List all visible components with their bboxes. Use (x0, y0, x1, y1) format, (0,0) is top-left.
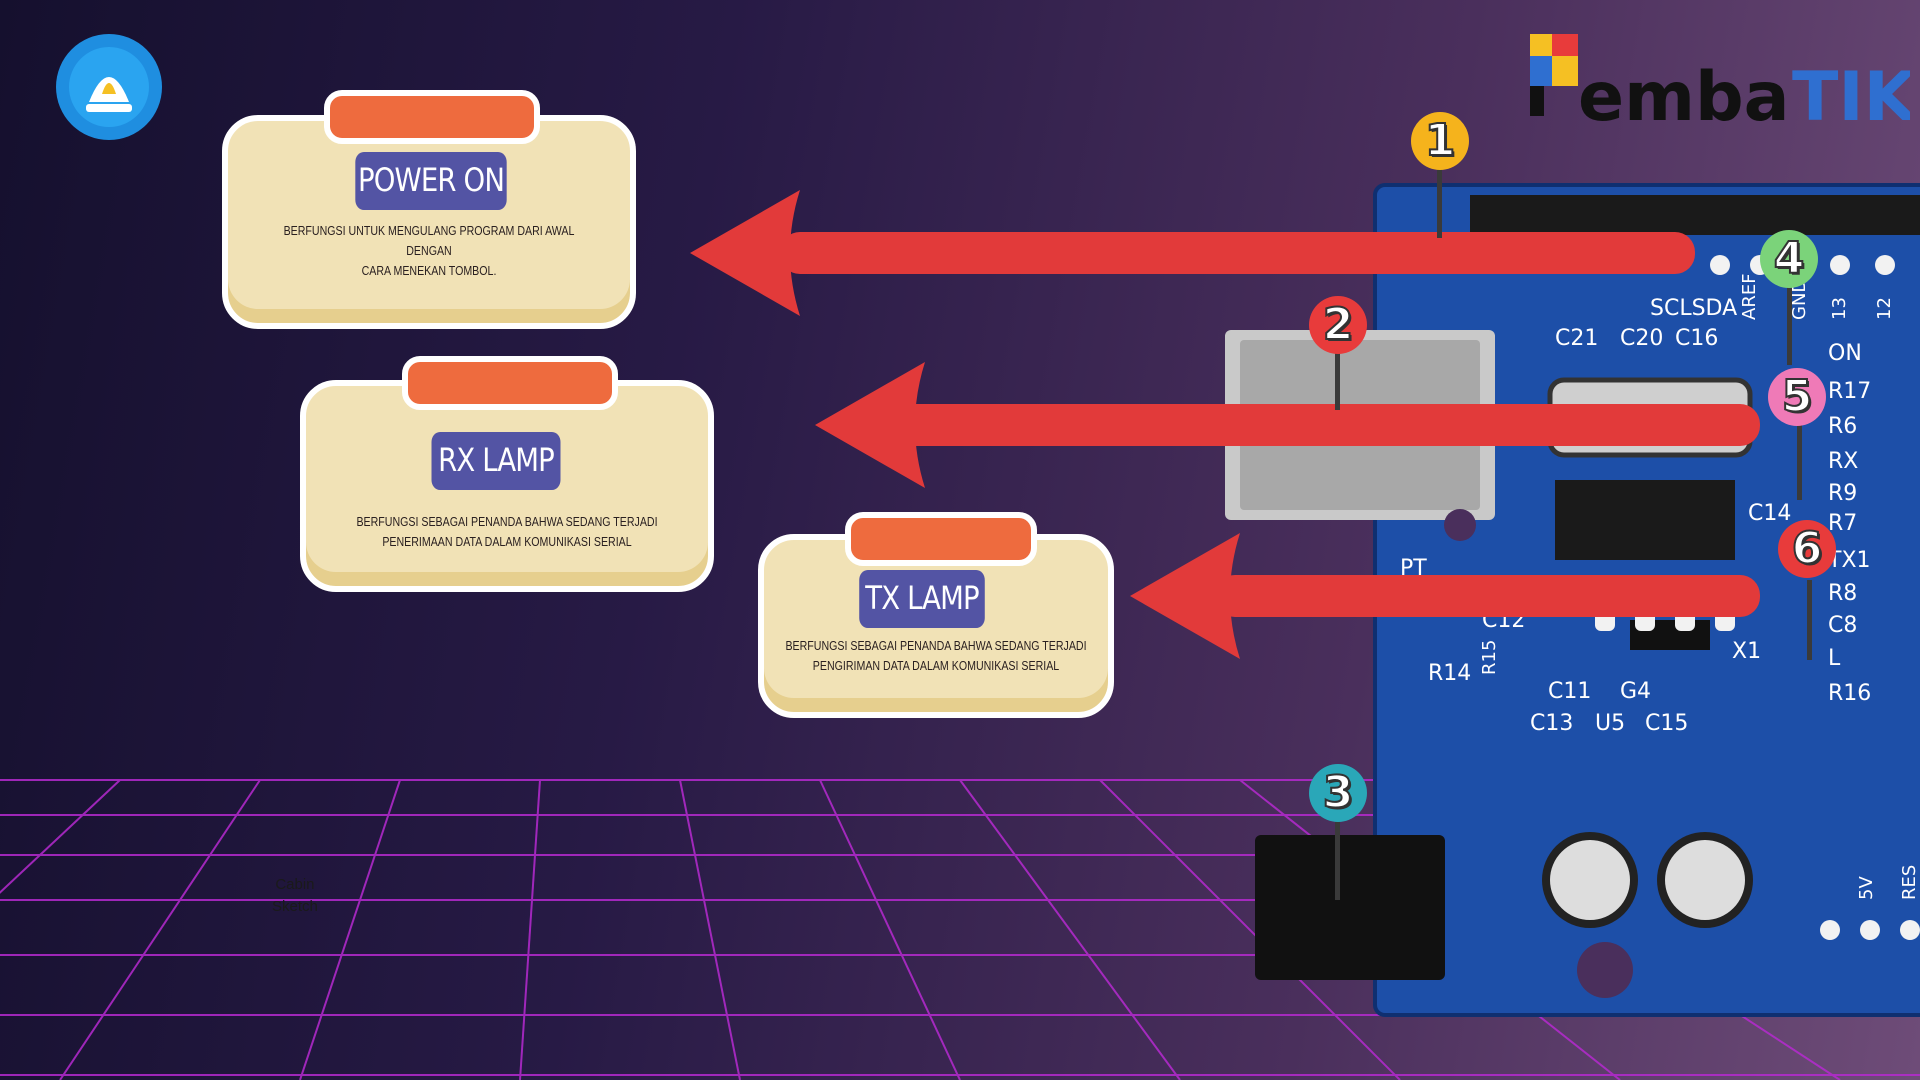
marker-6: 6 (1778, 520, 1836, 578)
card-rx-lamp-title: RX LAMP (431, 432, 561, 490)
marker-stick-4 (1787, 285, 1792, 365)
card-power-on-tab (324, 90, 540, 144)
marker-stick-3 (1335, 820, 1340, 900)
card-rx-lamp-description: BERFUNGSI SEBAGAI PENANDA BAHWA SEDANG T… (356, 515, 658, 549)
watermark-line1: Cabin (275, 876, 315, 893)
marker-stick-1 (1437, 168, 1442, 238)
marker-stick-6 (1807, 580, 1812, 660)
card-tx-lamp-title: TX LAMP (859, 570, 985, 628)
card-tx-lamp-tab (845, 512, 1037, 566)
card-power-on-description: BERFUNGSI UNTUK MENGULANG PROGRAM DARI A… (283, 224, 575, 278)
marker-2: 2 (1309, 296, 1367, 354)
marker-stick-5 (1797, 420, 1802, 500)
card-tx-lamp-description: BERFUNGSI SEBAGAI PENANDA BAHWA SEDANG T… (785, 639, 1087, 673)
card-rx-lamp-tab (402, 356, 618, 410)
cabin-sketch-watermark: Cabin Sketch (272, 874, 318, 918)
marker-stick-2 (1335, 350, 1340, 410)
watermark-line2: Sketch (272, 898, 318, 915)
marker-4: 4 (1760, 230, 1818, 288)
arrow-power-on (690, 190, 1695, 316)
marker-1: 1 (1411, 112, 1469, 170)
marker-5: 5 (1768, 368, 1826, 426)
card-power-on-title: POWER ON (355, 152, 507, 210)
arrow-tx-lamp (1130, 533, 1760, 659)
arrow-rx-lamp (815, 362, 1760, 488)
marker-3: 3 (1309, 764, 1367, 822)
